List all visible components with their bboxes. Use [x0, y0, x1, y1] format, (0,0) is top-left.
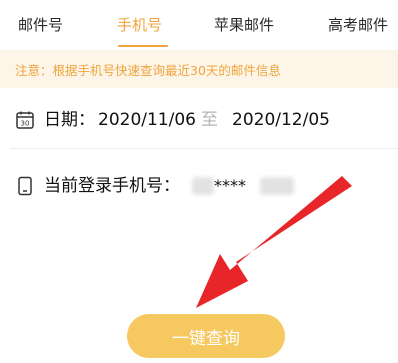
tab-mail-number[interactable]: 邮件号 — [18, 15, 63, 35]
tab-apple-mail[interactable]: 苹果邮件 — [214, 15, 274, 35]
notice-bar: 注意：根据手机号快速查询最近30天的邮件信息 — [0, 50, 398, 88]
tab-gaokao-mail[interactable]: 高考邮件 — [328, 15, 388, 35]
date-label: 日期： — [44, 110, 95, 130]
phone-label: 当前登录手机号： — [44, 176, 180, 196]
phone-number-value: **** — [192, 174, 300, 198]
date-start-value[interactable]: 2020/11/06 — [98, 108, 196, 132]
query-button[interactable]: 一键查询 — [127, 314, 285, 358]
phone-row: 当前登录手机号： **** — [0, 164, 398, 210]
date-separator: 至 — [201, 110, 218, 130]
phone-masked-digits: **** — [214, 176, 246, 195]
svg-text:30: 30 — [21, 120, 30, 128]
date-end-value[interactable]: 2020/12/05 — [232, 108, 330, 132]
tab-bar: 邮件号 手机号 苹果邮件 高考邮件 — [0, 0, 398, 50]
date-row[interactable]: 30 日期： 2020/11/06 至 2020/12/05 — [0, 98, 398, 144]
active-tab-indicator — [118, 45, 168, 47]
phone-blur-prefix — [192, 177, 214, 195]
mobile-phone-icon — [15, 176, 35, 196]
notice-text: 注意：根据手机号快速查询最近30天的邮件信息 — [15, 62, 281, 78]
tab-phone-number[interactable]: 手机号 — [117, 15, 162, 35]
calendar-icon: 30 — [15, 110, 35, 130]
phone-blur-suffix — [260, 177, 294, 195]
row-divider — [10, 148, 398, 149]
